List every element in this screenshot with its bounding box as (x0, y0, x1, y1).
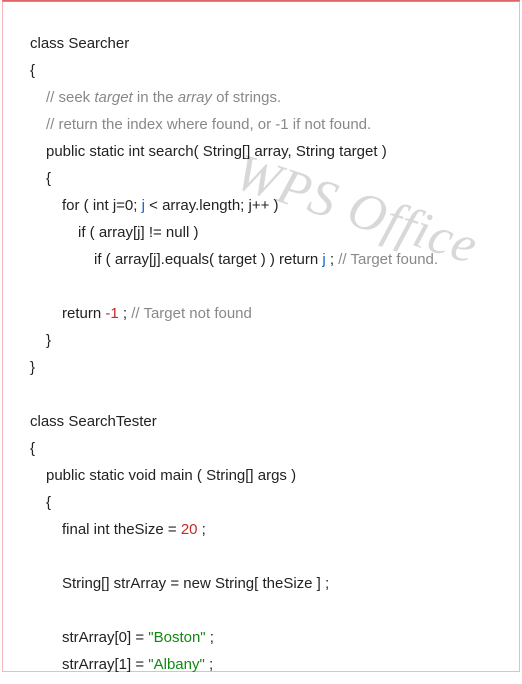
blank-line (30, 279, 502, 294)
code-line: { (30, 63, 502, 78)
code-comment: // return the index where found, or -1 i… (30, 117, 502, 132)
code-line: String[] strArray = new String[ theSize … (30, 576, 502, 591)
code-line: public static void main ( String[] args … (30, 468, 502, 483)
code-line: strArray[0] = "Boston" ; (30, 630, 502, 645)
code-line: class SearchTester (30, 414, 502, 429)
code-line: strArray[1] = "Albany" ; (30, 657, 502, 672)
code-line: class Searcher (30, 36, 502, 51)
code-line: public static int search( String[] array… (30, 144, 502, 159)
blank-line (30, 549, 502, 564)
blank-line (30, 603, 502, 618)
blank-line (30, 387, 502, 402)
code-line: { (30, 441, 502, 456)
code-line: for ( int j=0; j < array.length; j++ ) (30, 198, 502, 213)
code-line: } (30, 333, 502, 348)
code-line: if ( array[j] != null ) (30, 225, 502, 240)
code-line: { (30, 495, 502, 510)
code-comment: // seek target in the array of strings. (30, 90, 502, 105)
code-line: final int theSize = 20 ; (30, 522, 502, 537)
code-line: { (30, 171, 502, 186)
code-line: return -1 ; // Target not found (30, 306, 502, 321)
code-listing: class Searcher { // seek target in the a… (30, 36, 502, 684)
code-line: } (30, 360, 502, 375)
code-line: if ( array[j].equals( target ) ) return … (30, 252, 502, 267)
